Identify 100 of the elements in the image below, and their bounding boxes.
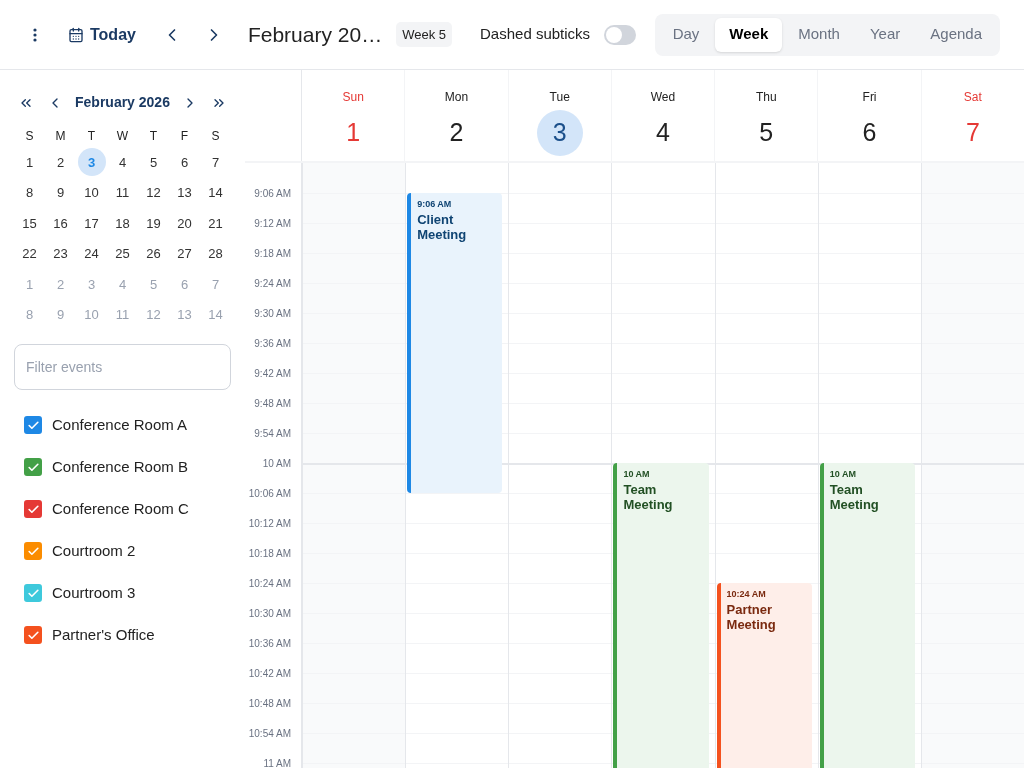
check-icon — [26, 502, 40, 516]
date-cell[interactable]: 4 — [108, 148, 137, 177]
time-label: 9:24 AM — [254, 276, 291, 291]
time-label: 10 AM — [262, 456, 291, 471]
weekday-label: S — [210, 128, 221, 145]
weekday-label: W — [115, 128, 130, 145]
date-cell[interactable]: 9 — [46, 178, 75, 207]
date-cell[interactable]: 27 — [170, 239, 199, 268]
check-icon — [26, 544, 40, 558]
date-cell[interactable]: 13 — [170, 178, 199, 207]
calendar-checkbox[interactable] — [24, 416, 42, 434]
calendar-checkbox[interactable] — [24, 626, 42, 644]
weekday-label: M — [54, 128, 67, 145]
date-cell[interactable]: 24 — [77, 239, 106, 268]
date-cell[interactable]: 8 — [15, 178, 44, 207]
time-label: 9:48 AM — [254, 396, 291, 411]
date-cell[interactable]: 11 — [108, 178, 137, 207]
filter-field[interactable]: Filter events — [14, 344, 231, 390]
calendar-label: Partner's Office — [52, 624, 155, 645]
time-label: 9:06 AM — [254, 186, 291, 201]
time-label: 9:42 AM — [254, 366, 291, 381]
event-title: Team Meeting — [623, 481, 674, 512]
toggle-switch[interactable] — [604, 24, 637, 45]
calendar-checkbox[interactable] — [24, 584, 42, 602]
date-cell[interactable]: 21 — [201, 209, 230, 238]
time-label: 10:36 AM — [248, 636, 291, 651]
date-cell[interactable]: 25 — [108, 239, 137, 268]
time-label: 10:18 AM — [248, 546, 291, 561]
weekday-name: Thu — [755, 89, 777, 106]
weekday-label: T — [86, 128, 97, 145]
time-label: 10:30 AM — [248, 606, 291, 621]
calendar-label: Conference Room A — [52, 414, 188, 435]
view-tab[interactable]: Day — [658, 17, 714, 52]
date-cell[interactable]: 20 — [170, 209, 199, 238]
date-cell[interactable]: 22 — [15, 239, 44, 268]
time-label: 11 AM — [263, 756, 291, 768]
date-cell[interactable]: 6 — [170, 148, 199, 177]
weekday-label: S — [24, 128, 35, 145]
day-number: 2 — [448, 117, 465, 149]
weekday-name: Sun — [342, 89, 364, 106]
date-cell[interactable]: 19 — [139, 209, 168, 238]
date-cell[interactable]: 17 — [77, 209, 106, 238]
event-time: 10 AM — [829, 468, 857, 481]
event-card[interactable]: 10 AM Team Meeting — [819, 463, 915, 768]
calendar-checkbox[interactable] — [24, 458, 42, 476]
time-label: 10:48 AM — [248, 696, 291, 711]
calendar-checkbox[interactable] — [24, 500, 42, 518]
date-cell[interactable]: 2 — [46, 148, 75, 177]
date-cell[interactable]: 26 — [139, 239, 168, 268]
date-cell[interactable]: 23 — [46, 239, 75, 268]
date-cell[interactable]: 18 — [108, 209, 137, 238]
event-time: 10 AM — [623, 468, 651, 481]
time-label: 10:24 AM — [248, 576, 291, 591]
view-tab[interactable]: Agenda — [916, 17, 996, 52]
calendar-label: Conference Room C — [52, 498, 189, 519]
time-label: 10:06 AM — [248, 486, 291, 501]
time-label: 10:54 AM — [248, 726, 291, 741]
weekday-name: Sat — [963, 89, 982, 106]
event-card[interactable]: 9:06 AM Client Meeting — [407, 193, 503, 493]
date-cell[interactable]: 1 — [15, 148, 44, 177]
date-cell[interactable]: 10 — [77, 178, 106, 207]
time-label: 10:42 AM — [248, 666, 291, 681]
check-icon — [26, 628, 40, 642]
weekday-name: Fri — [862, 89, 877, 106]
check-icon — [26, 418, 40, 432]
toggle-label: Dashed subticks — [480, 24, 591, 45]
event-title: Team Meeting — [829, 481, 880, 512]
calendar-label: Courtroom 2 — [52, 540, 136, 561]
week-badge: Week 5 — [396, 21, 452, 48]
time-label: 9:12 AM — [254, 216, 291, 231]
day-number: 5 — [758, 117, 775, 149]
view-tab[interactable]: Week — [715, 17, 783, 52]
date-cell[interactable]: 16 — [46, 209, 75, 238]
period-title: February 20… — [247, 21, 383, 48]
time-label: 10:12 AM — [248, 516, 291, 531]
date-cell[interactable]: 14 — [201, 178, 230, 207]
calendar-checkbox[interactable] — [24, 542, 42, 560]
date-cell[interactable]: 15 — [15, 209, 44, 238]
date-cell[interactable]: 5 — [139, 148, 168, 177]
calendar-icon — [68, 26, 84, 43]
weekday-label: F — [179, 128, 190, 145]
date-cell[interactable]: 28 — [201, 239, 230, 268]
event-card[interactable]: 10:24 AM Partner Meeting — [716, 583, 812, 768]
time-label: 9:54 AM — [254, 426, 291, 441]
event-card[interactable]: 10 AM Team Meeting — [613, 463, 709, 768]
view-tab[interactable]: Year — [855, 17, 915, 52]
view-tab[interactable]: Month — [784, 17, 854, 52]
check-icon — [26, 460, 40, 474]
date-cell[interactable]: 12 — [139, 178, 168, 207]
day-number: 1 — [345, 117, 362, 149]
event-time: 10:24 AM — [726, 588, 767, 601]
today-button[interactable]: Today — [66, 17, 138, 52]
day-number: 3 — [536, 110, 583, 156]
event-title: Client Meeting — [417, 211, 468, 242]
day-number: 4 — [655, 117, 671, 149]
calendar-label: Courtroom 3 — [52, 582, 136, 603]
check-icon — [26, 586, 40, 600]
date-cell[interactable]: 7 — [201, 148, 230, 177]
time-label: 9:36 AM — [254, 336, 291, 351]
day-number: 7 — [964, 117, 981, 149]
